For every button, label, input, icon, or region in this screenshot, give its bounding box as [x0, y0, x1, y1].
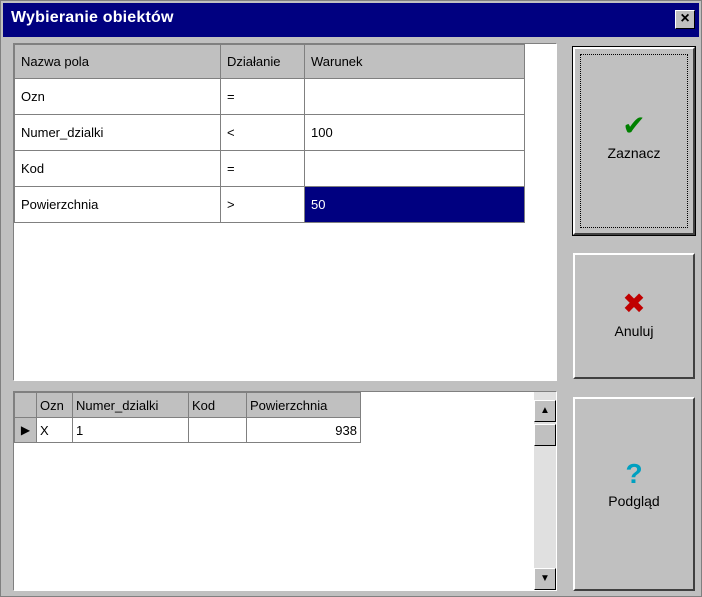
condition-value-cell[interactable]: 100 [304, 114, 525, 151]
condition-row: Numer_dzialki < 100 [14, 114, 525, 151]
arrow-up-icon: ▲ [540, 405, 550, 416]
arrow-down-icon: ▼ [540, 573, 550, 584]
cell-powierzchnia[interactable]: 938 [246, 417, 361, 443]
column-header-condition[interactable]: Warunek [304, 44, 525, 79]
condition-operator-cell[interactable]: < [220, 114, 305, 151]
column-header-field-name[interactable]: Nazwa pola [14, 44, 221, 79]
condition-field-cell[interactable]: Numer_dzialki [14, 114, 221, 151]
condition-row: Powierzchnia > 50 [14, 186, 525, 223]
column-header-powierzchnia[interactable]: Powierzchnia [246, 392, 361, 418]
current-row-indicator-icon: ▶ [14, 417, 37, 443]
podglad-button-label: Podgląd [608, 493, 660, 509]
window-title: Wybieranie obiektów [11, 9, 174, 26]
dialog-window: Wybieranie obiektów × Nazwa pola Działan… [0, 0, 702, 597]
condition-field-cell[interactable]: Ozn [14, 78, 221, 115]
conditions-header-row: Nazwa pola Działanie Warunek [14, 44, 525, 79]
focus-rectangle [580, 54, 688, 228]
scroll-thumb[interactable] [534, 424, 556, 446]
zaznacz-button[interactable]: ✔ Zaznacz [572, 46, 696, 236]
condition-operator-cell[interactable]: = [220, 150, 305, 187]
column-header-ozn[interactable]: Ozn [36, 392, 73, 418]
results-header-row: Ozn Numer_dzialki Kod Powierzchnia [14, 392, 361, 418]
anuluj-button-label: Anuluj [614, 323, 654, 339]
condition-field-cell[interactable]: Powierzchnia [14, 186, 221, 223]
vertical-scrollbar[interactable]: ▲ ▼ [534, 392, 556, 590]
podglad-button[interactable]: ? Podgląd [573, 397, 695, 591]
condition-row: Ozn = [14, 78, 525, 115]
column-header-numer-dzialki[interactable]: Numer_dzialki [72, 392, 189, 418]
close-button[interactable]: × [675, 10, 695, 29]
question-icon: ? [625, 458, 643, 489]
anuluj-button[interactable]: ✖ Anuluj [573, 253, 695, 379]
column-header-operation[interactable]: Działanie [220, 44, 305, 79]
cell-ozn[interactable]: X [36, 417, 73, 443]
x-icon: ✖ [622, 288, 646, 319]
condition-value-cell-selected[interactable]: 50 [304, 186, 525, 223]
row-indicator-header [14, 392, 37, 418]
condition-row: Kod = [14, 150, 525, 187]
condition-operator-cell[interactable]: > [220, 186, 305, 223]
cell-numer-dzialki[interactable]: 1 [72, 417, 189, 443]
title-bar[interactable]: Wybieranie obiektów × [3, 3, 699, 37]
close-icon: × [680, 10, 690, 27]
condition-operator-cell[interactable]: = [220, 78, 305, 115]
column-header-kod[interactable]: Kod [188, 392, 247, 418]
cell-kod[interactable] [188, 417, 247, 443]
results-grid: Ozn Numer_dzialki Kod Powierzchnia ▶ X 1… [13, 391, 557, 591]
condition-value-cell[interactable] [304, 150, 525, 187]
scroll-down-button[interactable]: ▼ [534, 568, 556, 590]
table-row[interactable]: ▶ X 1 938 [14, 417, 361, 443]
conditions-grid: Nazwa pola Działanie Warunek Ozn = Numer… [13, 43, 557, 381]
scroll-up-button[interactable]: ▲ [534, 400, 556, 422]
condition-value-cell[interactable] [304, 78, 525, 115]
condition-field-cell[interactable]: Kod [14, 150, 221, 187]
